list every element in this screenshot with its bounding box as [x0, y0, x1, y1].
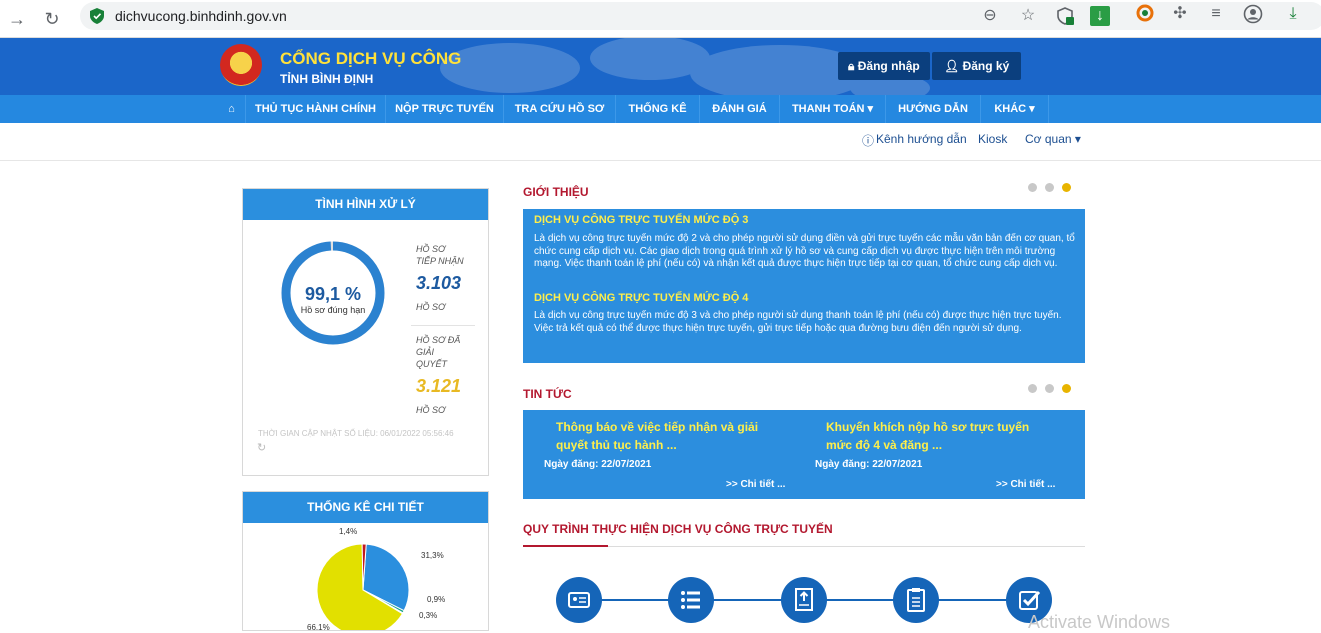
- secure-lock-icon: [90, 8, 104, 24]
- pie-slice-label: 0,3%: [419, 611, 437, 620]
- carousel-dot[interactable]: [1028, 384, 1037, 393]
- news-item1-date: Ngày đăng: 22/07/2021: [544, 459, 652, 470]
- intro-heading: GIỚI THIỆU: [523, 185, 589, 199]
- step-document-upload-icon[interactable]: [781, 577, 827, 623]
- browser-toolbar: → ↻ dichvucong.binhdinh.gov.vn ⊖ ☆ ↓ ✣ ≡…: [0, 0, 1321, 38]
- news-heading: TIN TỨC: [523, 387, 572, 401]
- resolved-label-1: HỒ SƠ ĐÃ: [416, 335, 461, 345]
- nav-other[interactable]: KHÁC ▾: [981, 95, 1049, 123]
- ontime-caption: Hồ sơ đúng hạn: [300, 305, 366, 315]
- site-header: CỔNG DỊCH VỤ CÔNG TỈNH BÌNH ĐỊNH 🔒︎ Đăng…: [0, 38, 1321, 95]
- divider: [411, 325, 475, 326]
- reading-list-icon[interactable]: ≡: [1206, 4, 1226, 24]
- intro-item1-title[interactable]: DỊCH VỤ CÔNG TRỰC TUYẾN MỨC ĐỘ 3: [534, 214, 748, 226]
- login-label: Đăng nhập: [857, 59, 920, 73]
- pie-slice-label: 1,4%: [339, 527, 357, 536]
- news-item2-title[interactable]: Khuyến khích nộp hồ sơ trực tuyến mức độ…: [826, 418, 1056, 454]
- carousel-dot-active[interactable]: [1062, 183, 1071, 192]
- profile-avatar-icon[interactable]: [1243, 4, 1263, 24]
- news-item1-more-link[interactable]: >> Chi tiết ...: [726, 479, 785, 490]
- carousel-dot[interactable]: [1045, 384, 1054, 393]
- url-text: dichvucong.binhdinh.gov.vn: [115, 8, 287, 24]
- question-icon: ⓘ: [862, 134, 875, 148]
- process-underline: [523, 545, 608, 547]
- pie-slice-label: 0,9%: [427, 595, 445, 604]
- stats-heading: THỐNG KÊ CHI TIẾT: [243, 492, 488, 523]
- national-emblem-logo[interactable]: [220, 44, 262, 86]
- main-navigation: ⌂ THỦ TỤC HÀNH CHÍNH NỘP TRỰC TUYẾN TRA …: [0, 95, 1321, 123]
- step-list-icon[interactable]: [668, 577, 714, 623]
- processing-heading: TÌNH HÌNH XỬ LÝ: [243, 189, 488, 220]
- agency-dropdown[interactable]: Cơ quan ▾: [1025, 132, 1081, 146]
- processing-status-panel: TÌNH HÌNH XỬ LÝ 99,1 % Hồ sơ đúng hạn HỒ…: [242, 188, 489, 476]
- extensions-puzzle-icon[interactable]: ✣: [1170, 4, 1190, 24]
- register-button[interactable]: 👤︎ Đăng ký: [932, 52, 1022, 80]
- nav-procedures[interactable]: THỦ TỤC HÀNH CHÍNH: [246, 95, 386, 123]
- refresh-icon[interactable]: ↻: [257, 441, 266, 454]
- news-card: Thông báo về việc tiếp nhận và giải quyế…: [523, 410, 1085, 499]
- register-label: Đăng ký: [962, 59, 1010, 73]
- received-unit: HỒ SƠ: [416, 302, 446, 312]
- sub-navigation: ⓘ Kênh hướng dẫn Kiosk Cơ quan ▾: [0, 123, 1321, 161]
- nav-payment[interactable]: THANH TOÁN ▾: [780, 95, 886, 123]
- news-item2-date: Ngày đăng: 22/07/2021: [815, 459, 923, 470]
- process-heading: QUY TRÌNH THỰC HIỆN DỊCH VỤ CÔNG TRỰC TU…: [523, 522, 833, 536]
- site-title[interactable]: CỔNG DỊCH VỤ CÔNG: [280, 49, 461, 69]
- intro-item2-title[interactable]: DỊCH VỤ CÔNG TRỰC TUYẾN MỨC ĐỘ 4: [534, 292, 748, 304]
- detail-statistics-panel: THỐNG KÊ CHI TIẾT 66,1% 31,3% 0,9% 0,3% 1,4%: [242, 491, 489, 631]
- intro-item2-body: Là dịch vụ công trực tuyến mức độ 3 và c…: [534, 310, 1062, 334]
- pie-slice-label: 31,3%: [421, 551, 444, 560]
- carousel-dot[interactable]: [1028, 183, 1037, 192]
- nav-evaluation[interactable]: ĐÁNH GIÁ: [700, 95, 780, 123]
- activate-windows-watermark: Activate Windows: [1028, 612, 1171, 632]
- download-icon[interactable]: ⤓: [1283, 4, 1303, 24]
- kiosk-link[interactable]: Kiosk: [978, 132, 1007, 146]
- home-icon[interactable]: ⌂: [218, 95, 246, 123]
- carousel-dot-active[interactable]: [1062, 384, 1071, 393]
- reload-icon[interactable]: ↻: [40, 7, 64, 31]
- intro-card: DỊCH VỤ CÔNG TRỰC TUYẾN MỨC ĐỘ 3 Là dịch…: [523, 209, 1085, 363]
- user-plus-icon: 👤︎: [944, 59, 960, 73]
- resolved-count: 3.121: [416, 376, 462, 396]
- nav-online-submission[interactable]: NỘP TRỰC TUYẾN: [386, 95, 504, 123]
- intro-item1-body: Là dịch vụ công trực tuyến mức độ 2 và c…: [534, 233, 1075, 269]
- resolved-label-2: GIẢI: [416, 347, 435, 357]
- step-clipboard-icon[interactable]: [893, 577, 939, 623]
- bookmark-star-icon[interactable]: ☆: [1018, 6, 1038, 26]
- detail-pie-chart: 66,1%31,3%0,9%0,3%1,4%: [307, 527, 445, 630]
- extension-shield-icon[interactable]: [1055, 6, 1075, 26]
- nav-guide[interactable]: HƯỚNG DẪN: [886, 95, 981, 123]
- site-subtitle: TỈNH BÌNH ĐỊNH: [280, 72, 374, 86]
- news-item2-more-link[interactable]: >> Chi tiết ...: [996, 479, 1055, 490]
- nav-lookup-dossier[interactable]: TRA CỨU HỒ SƠ: [504, 95, 616, 123]
- ontime-percent: 99,1 %: [304, 284, 362, 304]
- updated-time: THỜI GIAN CẬP NHẬT SỐ LIỆU: 06/01/2022 0…: [258, 429, 454, 438]
- download-extension-icon[interactable]: ↓: [1090, 6, 1110, 26]
- forward-icon[interactable]: →: [5, 7, 29, 31]
- login-button[interactable]: 🔒︎ Đăng nhập: [838, 52, 930, 80]
- zoom-icon[interactable]: ⊖: [980, 6, 1000, 26]
- nav-statistics[interactable]: THỐNG KÊ: [616, 95, 700, 123]
- extension-circle-icon[interactable]: [1135, 4, 1155, 24]
- received-count: 3.103: [416, 273, 462, 293]
- resolved-label-3: QUYẾT: [416, 359, 448, 369]
- news-item1-title[interactable]: Thông báo về việc tiếp nhận và giải quyế…: [556, 418, 784, 454]
- step-profile-card-icon[interactable]: [556, 577, 602, 623]
- lock-icon: 🔒︎: [848, 59, 855, 73]
- received-label-1: HỒ SƠ: [416, 244, 446, 254]
- carousel-dot[interactable]: [1045, 183, 1054, 192]
- received-label-2: TIẾP NHẬN: [416, 256, 464, 266]
- resolved-unit: HỒ SƠ: [416, 405, 446, 415]
- guide-channel-link[interactable]: Kênh hướng dẫn: [876, 132, 967, 146]
